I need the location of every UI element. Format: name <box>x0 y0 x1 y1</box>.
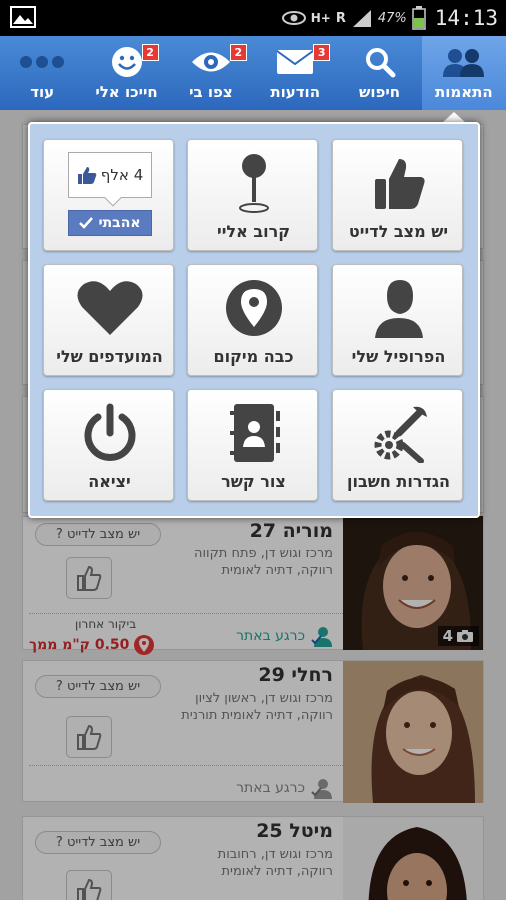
power-icon <box>84 403 135 461</box>
status-bar: H+ R 47% 14:13 <box>0 0 506 36</box>
location-off-icon <box>225 280 282 336</box>
menu-item-my-profile[interactable]: הפרופיל שלי <box>332 264 463 376</box>
settings-icon <box>374 406 427 463</box>
clock: 14:13 <box>434 6 498 30</box>
viewed-me-badge: 2 <box>229 44 247 61</box>
more-icon <box>20 56 65 68</box>
like-count-box: 4 אלף <box>68 152 152 207</box>
smiled-badge: 2 <box>141 44 159 61</box>
signal-icon <box>352 10 371 27</box>
smile-icon <box>111 47 142 77</box>
gallery-notification-icon <box>10 6 36 28</box>
contact-book-icon <box>229 404 280 462</box>
menu-item-label: יציאה <box>88 472 131 491</box>
menu-item-label: הגדרות חשבון <box>346 472 451 491</box>
menu-item-label: כבה מיקום <box>213 347 294 366</box>
search-icon <box>365 48 396 78</box>
heart-icon <box>76 281 143 335</box>
tab-search[interactable]: חיפוש <box>337 36 421 110</box>
tab-smiled-at-me[interactable]: 2 חייכו אלי <box>84 36 168 110</box>
roaming-indicator: R <box>335 10 346 26</box>
network-type: H+ <box>310 11 331 25</box>
tab-viewed-me[interactable]: 2 צפו בי <box>169 36 253 110</box>
profile-icon <box>374 280 423 338</box>
tab-label: הודעות <box>270 83 321 101</box>
tab-label: חייכו אלי <box>95 83 158 101</box>
battery-percent: 47% <box>377 10 407 26</box>
like-count: 4 אלף <box>100 166 144 184</box>
tab-more[interactable]: עוד <box>0 36 84 110</box>
menu-item-label: יש מצב לדייט <box>348 222 449 241</box>
menu-item-label: המועדפים שלי <box>56 347 163 366</box>
liked-label: אהבתי <box>98 215 141 231</box>
tab-matches[interactable]: התאמות <box>421 36 506 110</box>
eye-status-icon <box>281 11 306 25</box>
menu-item-label: צור קשר <box>221 472 286 491</box>
menu-item-liked[interactable]: 4 אלף אהבתי <box>43 139 174 251</box>
thumbs-up-icon <box>374 159 425 209</box>
check-icon <box>79 217 94 229</box>
menu-item-location-off[interactable]: כבה מיקום <box>187 264 318 376</box>
menu-item-label: הפרופיל שלי <box>351 347 446 366</box>
menu-item-label: קרוב אליי <box>217 222 290 241</box>
messages-badge: 3 <box>313 44 331 61</box>
tab-label: עוד <box>30 83 55 101</box>
bubble-tail <box>104 189 122 207</box>
menu-item-contact[interactable]: צור קשר <box>187 389 318 501</box>
mail-icon <box>276 50 314 74</box>
liked-button[interactable]: אהבתי <box>68 210 152 236</box>
menu-item-near-me[interactable]: קרוב אליי <box>187 139 318 251</box>
menu-item-account-settings[interactable]: הגדרות חשבון <box>332 389 463 501</box>
menu-item-logout[interactable]: יציאה <box>43 389 174 501</box>
battery-icon <box>412 6 426 30</box>
like-count-icon <box>77 167 97 184</box>
top-nav: התאמות חיפוש 3 הודעות 2 צפו בי 2 חייכו א… <box>0 36 506 110</box>
more-menu: יש מצב לדייט קרוב אליי 4 אלף אהבתי הפרופ… <box>28 122 480 518</box>
menu-item-favorites[interactable]: המועדפים שלי <box>43 264 174 376</box>
matches-icon <box>442 49 484 77</box>
map-pin-icon <box>238 154 269 213</box>
tab-label: התאמות <box>434 83 493 101</box>
tab-label: צפו בי <box>189 83 233 101</box>
tab-messages[interactable]: 3 הודעות <box>253 36 337 110</box>
eye-icon <box>191 52 230 72</box>
tab-label: חיפוש <box>358 83 401 101</box>
menu-item-date-possible[interactable]: יש מצב לדייט <box>332 139 463 251</box>
